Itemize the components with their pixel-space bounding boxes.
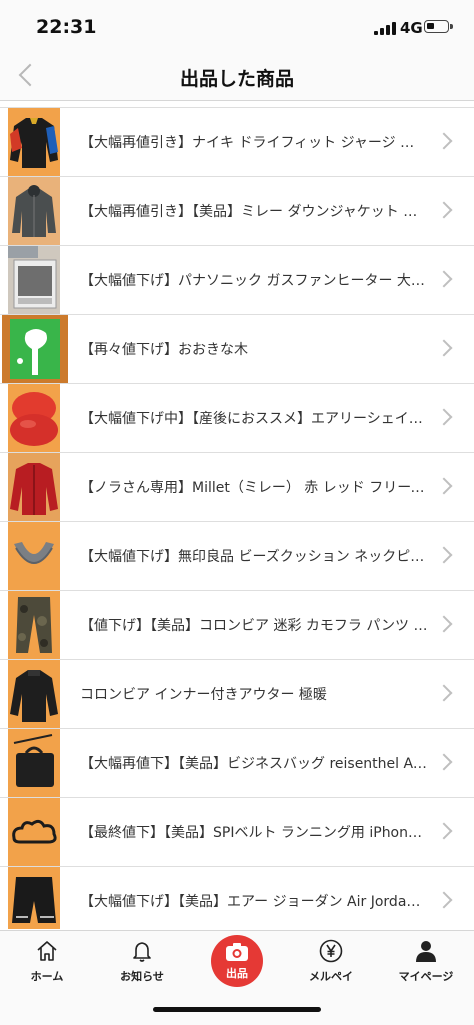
item-title: 【ノラさん専用】Millet（ミレー） 赤 レッド フリースジャケット <box>80 480 428 496</box>
chevron-right-icon <box>435 684 453 702</box>
list-top-edge <box>0 101 474 108</box>
chevron-right-icon <box>435 132 453 150</box>
sell-button[interactable]: 出品 <box>211 935 263 987</box>
item-thumbnail <box>8 660 60 728</box>
chevron-right-icon <box>435 477 453 495</box>
tab-mypage-label: マイページ <box>398 970 454 983</box>
chevron-right-icon <box>435 339 453 357</box>
listed-items-list: 【大幅再値引き】ナイキ ドライフィット ジャージ 黒 金 青 赤 【大幅再値引き… <box>0 101 474 929</box>
item-title: コロンビア インナー付きアウター 極暖 <box>80 687 327 703</box>
item-thumbnail <box>8 867 60 929</box>
chevron-right-icon <box>435 546 453 564</box>
item-title: 【大幅値下げ中】【産後におススメ】エアリーシェイプリング <box>80 411 428 427</box>
status-time: 22:31 <box>36 16 97 38</box>
camera-icon <box>226 943 248 961</box>
item-thumbnail <box>8 729 60 797</box>
network-type: 4G <box>400 19 423 37</box>
list-item[interactable]: 【大幅値下げ】無印良品 ビーズクッション ネックピロー グレー <box>0 522 474 591</box>
sell-button-label: 出品 <box>226 967 248 980</box>
item-thumbnail <box>8 108 60 176</box>
item-title: 【大幅再値引き】【美品】ミレー ダウンジャケット リバーシブル <box>80 204 428 220</box>
tab-notifications[interactable]: お知らせ <box>95 931 189 991</box>
item-thumbnail <box>8 177 60 245</box>
item-title: 【最終値下】【美品】SPIベルト ランニング用 iPhone収納 <box>80 825 428 841</box>
item-thumbnail <box>8 522 60 590</box>
chevron-right-icon <box>435 891 453 909</box>
item-title: 【再々値下げ】おおきな木 <box>80 342 248 358</box>
tab-home-label: ホーム <box>30 970 64 983</box>
list-item[interactable]: 【大幅値下げ】【美品】エアー ジョーダン Air Jordan パンツ <box>0 867 474 929</box>
status-bar: 22:31 4G <box>0 0 474 52</box>
item-title: 【値下げ】【美品】コロンビア 迷彩 カモフラ パンツ 36インチ <box>80 618 428 634</box>
bell-icon <box>133 942 151 962</box>
chevron-right-icon <box>435 270 453 288</box>
list-item[interactable]: 【大幅再値引き】【美品】ミレー ダウンジャケット リバーシブル <box>0 177 474 246</box>
tab-merpay-label: メルペイ <box>309 970 353 983</box>
item-thumbnail <box>8 246 60 314</box>
item-title: 【大幅値下げ】【美品】エアー ジョーダン Air Jordan パンツ <box>80 894 428 910</box>
chevron-right-icon <box>435 753 453 771</box>
list-item[interactable]: 【再々値下げ】おおきな木 <box>0 315 474 384</box>
signal-icon <box>374 22 396 35</box>
list-item[interactable]: 【値下げ】【美品】コロンビア 迷彩 カモフラ パンツ 36インチ <box>0 591 474 660</box>
list-item[interactable]: 【大幅再値引き】ナイキ ドライフィット ジャージ 黒 金 青 赤 <box>0 108 474 177</box>
tab-notifications-label: お知らせ <box>120 970 164 983</box>
list-item[interactable]: 【大幅再値下】【美品】ビジネスバッグ reisenthel ACTUAL <box>0 729 474 798</box>
chevron-right-icon <box>435 201 453 219</box>
tab-mypage[interactable]: マイページ <box>379 931 473 991</box>
list-item[interactable]: コロンビア インナー付きアウター 極暖 <box>0 660 474 729</box>
battery-icon <box>424 20 453 33</box>
person-icon <box>416 941 436 962</box>
list-item[interactable]: 【大幅値下げ中】【産後におススメ】エアリーシェイプリング <box>0 384 474 453</box>
yen-icon <box>319 939 343 963</box>
navigation-bar: 出品した商品 <box>0 52 474 101</box>
list-item[interactable]: 【大幅値下げ】パナソニック ガスファンヒーター 大阪ガス <box>0 246 474 315</box>
item-thumbnail <box>8 453 60 521</box>
item-thumbnail <box>8 384 60 452</box>
page-title: 出品した商品 <box>179 68 294 90</box>
home-icon <box>37 941 57 961</box>
item-thumbnail <box>2 315 68 383</box>
list-item[interactable]: 【ノラさん専用】Millet（ミレー） 赤 レッド フリースジャケット <box>0 453 474 522</box>
item-thumbnail <box>8 798 60 866</box>
chevron-right-icon <box>435 615 453 633</box>
chevron-right-icon <box>435 408 453 426</box>
tab-home[interactable]: ホーム <box>0 931 94 991</box>
tab-merpay[interactable]: メルペイ <box>284 931 378 991</box>
chevron-right-icon <box>435 822 453 840</box>
list-item[interactable]: 【最終値下】【美品】SPIベルト ランニング用 iPhone収納 <box>0 798 474 867</box>
item-title: 【大幅再値引き】ナイキ ドライフィット ジャージ 黒 金 青 赤 <box>80 135 428 151</box>
item-thumbnail <box>8 591 60 659</box>
home-indicator <box>153 1007 321 1012</box>
item-title: 【大幅値下げ】パナソニック ガスファンヒーター 大阪ガス <box>80 273 428 289</box>
item-title: 【大幅値下げ】無印良品 ビーズクッション ネックピロー グレー <box>80 549 428 565</box>
item-title: 【大幅再値下】【美品】ビジネスバッグ reisenthel ACTUAL <box>80 756 428 772</box>
